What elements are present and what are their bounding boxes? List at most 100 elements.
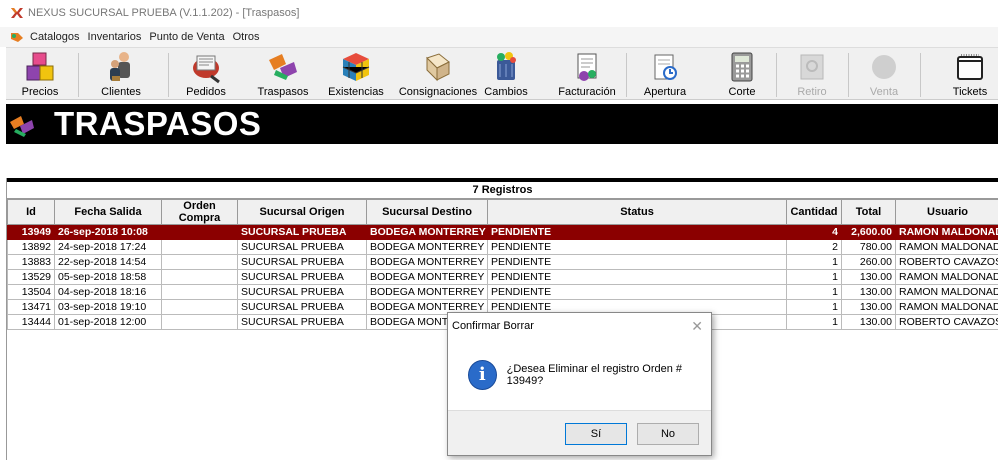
cell-orden-compra — [161, 284, 238, 300]
table-row[interactable]: 13504 04-sep-2018 18:16 SUCURSAL PRUEBA … — [7, 284, 998, 300]
no-button[interactable]: No — [637, 423, 699, 445]
cell-fecha-salida: 05-sep-2018 18:58 — [54, 269, 162, 285]
close-icon[interactable]: ✕ — [691, 318, 703, 335]
toolbar-label: Apertura — [643, 86, 687, 98]
toolbar-facturacion-button[interactable]: Facturación — [554, 48, 620, 101]
window-title: NEXUS SUCURSAL PRUEBA (V.1.1.202) - [Tra… — [28, 7, 300, 19]
yes-button[interactable]: Sí — [565, 423, 627, 445]
cell-status: PENDIENTE — [487, 284, 787, 300]
transfers-header-icon — [10, 116, 34, 137]
table-row[interactable]: 13892 24-sep-2018 17:24 SUCURSAL PRUEBA … — [7, 239, 998, 255]
dialog-buttons: Sí No — [565, 423, 699, 445]
cell-cantidad: 2 — [786, 239, 842, 255]
column-header-sucursal-origen[interactable]: Sucursal Origen — [237, 199, 367, 225]
menu-inventarios[interactable]: Inventarios — [88, 31, 142, 43]
cell-usuario: RAMON MALDONADO — [895, 224, 998, 240]
cell-fecha-salida: 03-sep-2018 19:10 — [54, 299, 162, 315]
cell-fecha-salida: 26-sep-2018 10:08 — [54, 224, 162, 240]
toolbar-tickets-button[interactable]: Tickets — [950, 48, 990, 101]
cell-total: 780.00 — [841, 239, 896, 255]
cell-orden-compra — [161, 269, 238, 285]
column-header-usuario[interactable]: Usuario — [895, 199, 998, 225]
cell-usuario: ROBERTO CAVAZOS — [895, 314, 998, 330]
toolbar-clientes-button[interactable]: Clientes — [96, 48, 146, 101]
app-logo-icon — [11, 8, 23, 18]
cell-orden-compra — [161, 314, 238, 330]
column-header-status[interactable]: Status — [487, 199, 787, 225]
toolbar-label: Retiro — [797, 86, 827, 98]
transfers-icon — [269, 54, 297, 80]
dialog-title-bar[interactable]: Confirmar Borrar ✕ — [448, 313, 711, 339]
sale-circle-icon — [872, 55, 896, 79]
cell-total: 260.00 — [841, 254, 896, 270]
price-blocks-icon — [26, 52, 54, 81]
cell-fecha-salida: 22-sep-2018 14:54 — [54, 254, 162, 270]
menu-otros[interactable]: Otros — [233, 31, 260, 43]
dialog-message: ¿Desea Eliminar el registro Orden # 1394… — [506, 362, 683, 387]
page-title: TRASPASOS — [54, 105, 262, 142]
toolbar-cambios-button[interactable]: Cambios — [482, 48, 530, 101]
menu-app-icon[interactable] — [10, 31, 24, 43]
toolbar-separator — [848, 53, 849, 97]
column-header-id[interactable]: Id — [7, 199, 55, 225]
toolbar-existencias-button[interactable]: Existencias — [328, 48, 384, 101]
cell-sucursal-origen: SUCURSAL PRUEBA — [237, 314, 367, 330]
toolbar-corte-button[interactable]: Corte — [722, 48, 762, 101]
table-row[interactable]: 13883 22-sep-2018 14:54 SUCURSAL PRUEBA … — [7, 254, 998, 270]
dialog-body: i ¿Desea Eliminar el registro Orden # 13… — [448, 339, 711, 411]
cell-sucursal-origen: SUCURSAL PRUEBA — [237, 269, 367, 285]
column-header-orden-compra[interactable]: Orden Compra — [161, 199, 238, 225]
open-register-icon — [654, 54, 677, 80]
column-header-total[interactable]: Total — [841, 199, 896, 225]
cell-id: 13883 — [7, 254, 55, 270]
cell-id: 13529 — [7, 269, 55, 285]
table-row-selected[interactable]: 13949 26-sep-2018 10:08 SUCURSAL PRUEBA … — [7, 224, 998, 240]
cell-cantidad: 1 — [786, 314, 842, 330]
toolbar-label: Facturación — [558, 86, 616, 98]
cell-orden-compra — [161, 224, 238, 240]
toolbar-label: Clientes — [101, 86, 141, 98]
toolbar-separator — [168, 53, 169, 97]
menu-punto-de-venta[interactable]: Punto de Venta — [149, 31, 224, 43]
toolbar-label: Consignaciones — [398, 86, 478, 98]
cell-usuario: RAMON MALDONADO — [895, 269, 998, 285]
calculator-icon — [731, 52, 753, 82]
cell-total: 130.00 — [841, 314, 896, 330]
cell-id: 13504 — [7, 284, 55, 300]
cell-usuario: RAMON MALDONADO — [895, 239, 998, 255]
toolbar-consignaciones-button[interactable]: Consignaciones — [396, 48, 480, 101]
column-header-cantidad[interactable]: Cantidad — [786, 199, 842, 225]
cell-status: PENDIENTE — [487, 239, 787, 255]
cell-sucursal-destino: BODEGA MONTERREY — [366, 239, 488, 255]
toolbar-separator — [626, 53, 627, 97]
page-header: TRASPASOS — [6, 104, 998, 144]
cell-fecha-salida: 01-sep-2018 12:00 — [54, 314, 162, 330]
toolbar-traspasos-button[interactable]: Traspasos — [256, 48, 310, 101]
cell-status: PENDIENTE — [487, 224, 787, 240]
toolbar-apertura-button[interactable]: Apertura — [640, 48, 690, 101]
cell-sucursal-origen: SUCURSAL PRUEBA — [237, 254, 367, 270]
cell-status: PENDIENTE — [487, 254, 787, 270]
column-header-fecha-salida[interactable]: Fecha Salida — [54, 199, 162, 225]
toolbar-separator — [78, 53, 79, 97]
safe-icon — [800, 54, 824, 80]
menu-catalogos[interactable]: Catalogos — [30, 31, 80, 43]
cell-usuario: RAMON MALDONADO — [895, 284, 998, 300]
dialog-title: Confirmar Borrar — [452, 320, 534, 332]
orders-icon — [193, 55, 220, 84]
toolbar-label: Venta — [869, 86, 899, 98]
column-header-sucursal-destino[interactable]: Sucursal Destino — [366, 199, 488, 225]
cell-cantidad: 1 — [786, 299, 842, 315]
record-count: 7 Registros — [7, 182, 998, 199]
cell-sucursal-origen: SUCURSAL PRUEBA — [237, 299, 367, 315]
header-row: Id Fecha Salida Orden Compra Sucursal Or… — [7, 199, 998, 225]
toolbar-precios-button[interactable]: Precios — [18, 48, 62, 101]
toolbar-venta-button[interactable]: Venta — [864, 48, 904, 101]
toolbar-separator — [920, 53, 921, 97]
toolbar-pedidos-button[interactable]: Pedidos — [184, 48, 228, 101]
toolbar-retiro-button[interactable]: Retiro — [792, 48, 832, 101]
table-row[interactable]: 13529 05-sep-2018 18:58 SUCURSAL PRUEBA … — [7, 269, 998, 285]
cell-fecha-salida: 24-sep-2018 17:24 — [54, 239, 162, 255]
cell-id: 13949 — [7, 224, 55, 240]
cell-cantidad: 1 — [786, 269, 842, 285]
